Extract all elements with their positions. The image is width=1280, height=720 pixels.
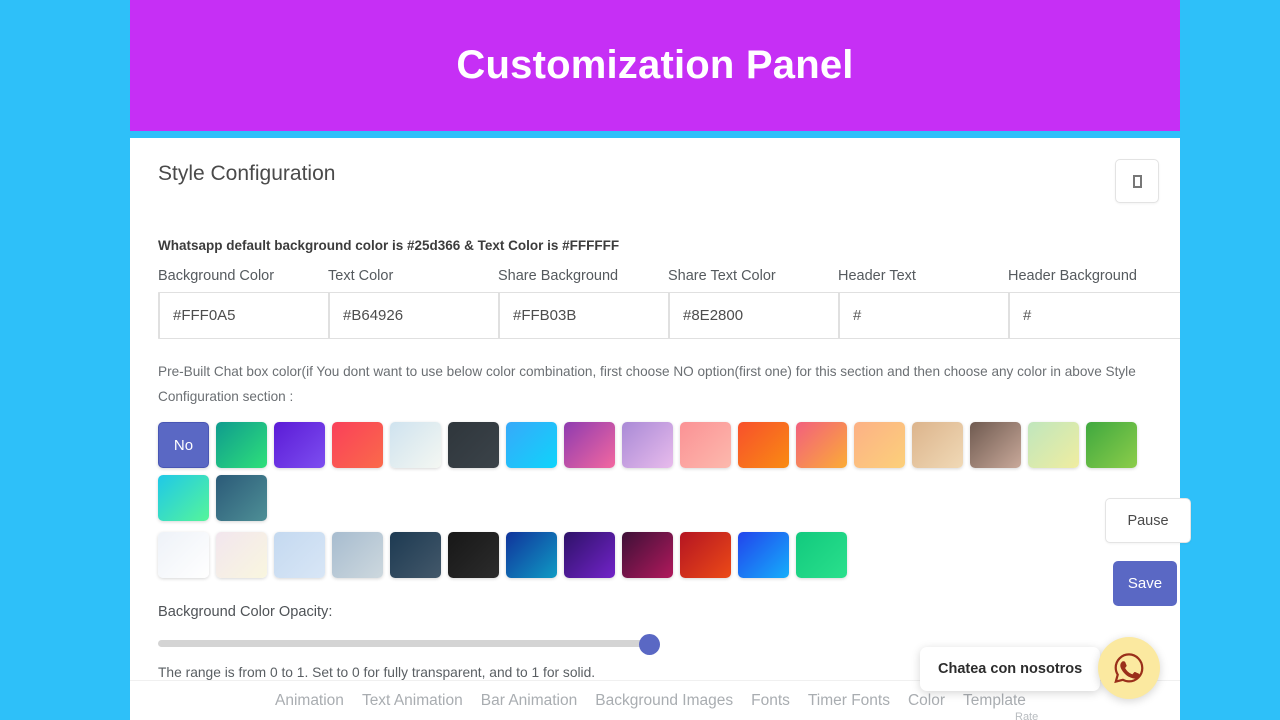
color-field-share-text-color: Share Text Color xyxy=(668,268,883,339)
tabbar-sub-label: Rate xyxy=(1015,711,1039,720)
swatch-dark-slate[interactable] xyxy=(390,532,441,578)
slider-thumb[interactable] xyxy=(639,634,660,655)
tab-bar-animation[interactable]: Bar Animation xyxy=(481,692,578,710)
field-label: Share Text Color xyxy=(668,268,776,284)
swatch-brown[interactable] xyxy=(970,422,1021,468)
tab-fonts[interactable]: Fonts xyxy=(751,692,790,710)
swatch-royal-blue[interactable] xyxy=(738,532,789,578)
field-label: Text Color xyxy=(328,268,394,284)
color-fields-row: Background Color Text Color Share Backgr… xyxy=(158,268,1180,339)
swatch-pink-orange[interactable] xyxy=(796,422,847,468)
banner-title: Customization Panel xyxy=(456,43,854,87)
prebuilt-swatch-grid-row1: No xyxy=(158,422,1152,521)
opacity-slider[interactable] xyxy=(158,634,660,655)
swatch-no[interactable]: No xyxy=(158,422,209,468)
swatch-indigo-purple[interactable] xyxy=(564,532,615,578)
swatch-navy-cyan[interactable] xyxy=(506,532,557,578)
style-configuration-card: Style Configuration Whatsapp default bac… xyxy=(130,138,1180,720)
hex-input[interactable] xyxy=(1009,292,1180,339)
save-button[interactable]: Save xyxy=(1113,561,1177,606)
swatch-blue-grey[interactable] xyxy=(332,532,383,578)
swatch-cream[interactable] xyxy=(216,532,267,578)
swatch-black[interactable] xyxy=(448,532,499,578)
swatch-steel-blue[interactable] xyxy=(216,475,267,521)
color-field-background-color: Background Color xyxy=(158,268,373,339)
swatch-salmon[interactable] xyxy=(680,422,731,468)
swatch-light-blue[interactable] xyxy=(274,532,325,578)
field-label: Header Background xyxy=(1008,268,1137,284)
swatch-orange[interactable] xyxy=(738,422,789,468)
whatsapp-icon xyxy=(1114,653,1144,684)
tab-template[interactable]: Template xyxy=(963,692,1026,710)
swatch-tan[interactable] xyxy=(912,422,963,468)
tab-color[interactable]: Color xyxy=(908,692,945,710)
swatch-mint-lime[interactable] xyxy=(1028,422,1079,468)
swatch-peach[interactable] xyxy=(854,422,905,468)
tab-text-animation[interactable]: Text Animation xyxy=(362,692,463,710)
swatch-sky-cyan[interactable] xyxy=(506,422,557,468)
swatch-maroon-magenta[interactable] xyxy=(622,532,673,578)
swatch-aqua-green[interactable] xyxy=(158,475,209,521)
color-field-header-background: Header Background xyxy=(1008,268,1180,339)
color-field-share-background: Share Background xyxy=(498,268,713,339)
swatch-red-coral[interactable] xyxy=(332,422,383,468)
swatch-charcoal[interactable] xyxy=(448,422,499,468)
chat-prompt-text: Chatea con nosotros xyxy=(938,661,1083,677)
slider-track[interactable] xyxy=(158,640,658,647)
chat-prompt-bubble[interactable]: Chatea con nosotros xyxy=(920,647,1101,691)
card-header: Style Configuration xyxy=(130,138,1180,206)
swatch-pale-ice[interactable] xyxy=(390,422,441,468)
color-field-header-text: Header Text xyxy=(838,268,1053,339)
swatch-crimson[interactable] xyxy=(680,532,731,578)
color-field-text-color: Text Color xyxy=(328,268,543,339)
swatch-lavender[interactable] xyxy=(622,422,673,468)
page-title: Style Configuration xyxy=(158,162,336,185)
page-banner: Customization Panel xyxy=(130,0,1180,131)
field-label: Share Background xyxy=(498,268,619,284)
card-header-icon-button[interactable] xyxy=(1115,159,1159,203)
whatsapp-default-note: Whatsapp default background color is #25… xyxy=(158,238,620,253)
swatch-emerald[interactable] xyxy=(796,532,847,578)
tab-timer-fonts[interactable]: Timer Fonts xyxy=(808,692,890,710)
prebuilt-swatch-grid-row2 xyxy=(158,532,1152,578)
chat-fab-button[interactable] xyxy=(1098,637,1160,699)
prebuilt-description: Pre-Built Chat box color(if You dont wan… xyxy=(158,364,1136,404)
tofu-box-icon xyxy=(1132,174,1142,188)
swatch-violet[interactable] xyxy=(274,422,325,468)
swatch-white[interactable] xyxy=(158,532,209,578)
field-label: Header Text xyxy=(838,268,916,284)
pause-button[interactable]: Pause xyxy=(1105,498,1191,543)
opacity-label: Background Color Opacity: xyxy=(158,604,333,620)
swatch-purple-pink[interactable] xyxy=(564,422,615,468)
tab-background-images[interactable]: Background Images xyxy=(595,692,733,710)
field-label: Background Color xyxy=(158,268,275,284)
swatch-teal-green[interactable] xyxy=(216,422,267,468)
tab-animation[interactable]: Animation xyxy=(275,692,344,710)
swatch-green[interactable] xyxy=(1086,422,1137,468)
